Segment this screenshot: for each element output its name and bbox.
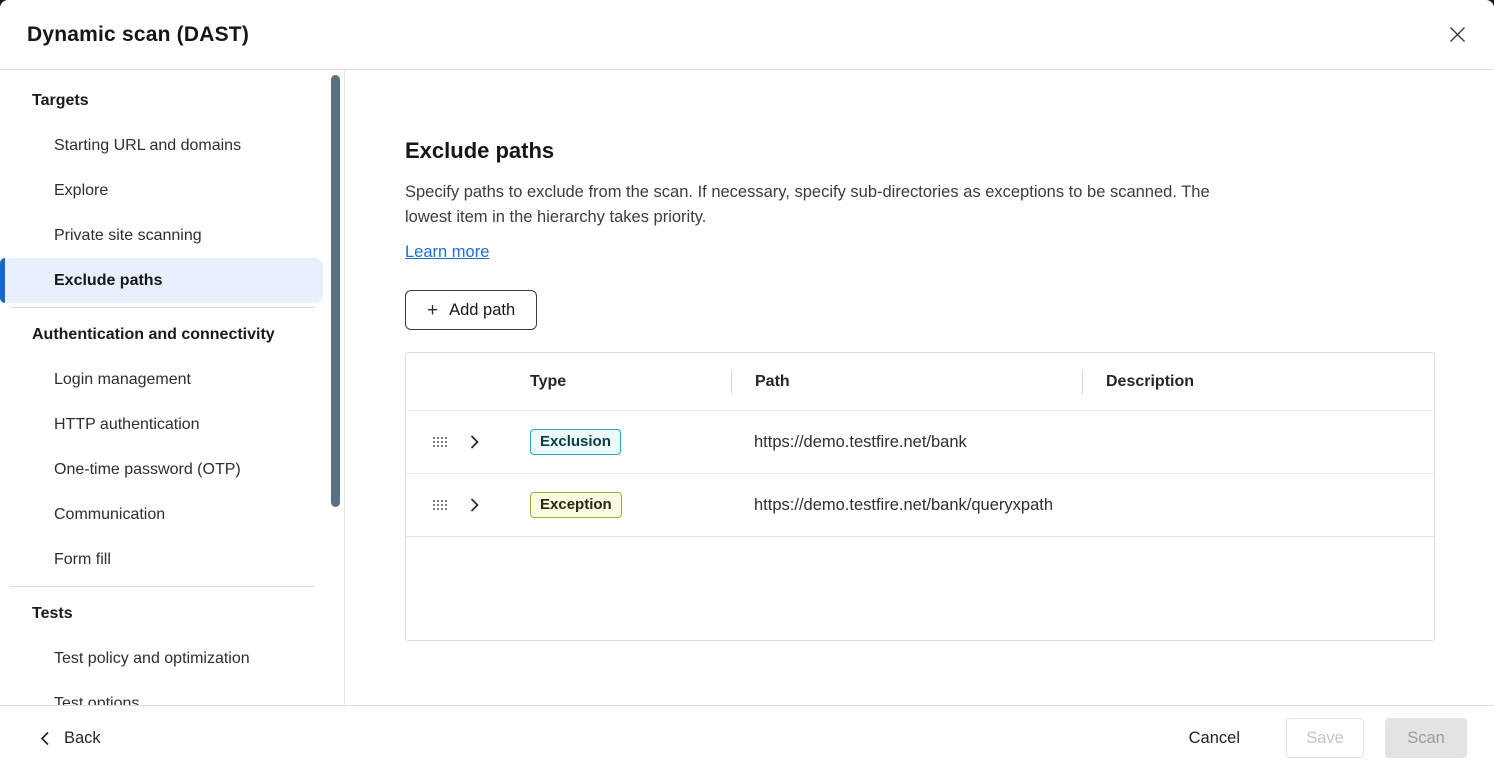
scan-button[interactable]: Scan xyxy=(1385,718,1467,758)
dialog-header: Dynamic scan (DAST) xyxy=(0,0,1494,70)
add-path-button[interactable]: + Add path xyxy=(405,290,537,330)
type-badge: Exclusion xyxy=(530,429,621,455)
back-button[interactable]: Back xyxy=(40,729,101,748)
settings-nav-sidebar: Targets Starting URL and domains Explore… xyxy=(0,70,345,705)
exclude-paths-table: Type Path Description Exclusion xyxy=(405,352,1435,641)
selected-indicator xyxy=(0,258,5,303)
sidebar-item-exclude-paths[interactable]: Exclude paths xyxy=(0,258,323,303)
sidebar-item-test-policy-and-optimization[interactable]: Test policy and optimization xyxy=(0,636,344,681)
page-description: Specify paths to exclude from the scan. … xyxy=(405,180,1245,230)
back-label: Back xyxy=(64,729,101,748)
learn-more-link[interactable]: Learn more xyxy=(405,243,489,262)
drag-handle-icon[interactable] xyxy=(432,436,447,448)
sidebar-item-label: Starting URL and domains xyxy=(54,137,241,155)
sidebar-item-label: One-time password (OTP) xyxy=(54,461,241,479)
sidebar-item-communication[interactable]: Communication xyxy=(0,492,344,537)
sidebar-item-label: Test options xyxy=(54,695,139,706)
nav-divider xyxy=(10,307,314,308)
sidebar-item-http-authentication[interactable]: HTTP authentication xyxy=(0,402,344,447)
add-path-label: Add path xyxy=(449,301,515,320)
sidebar-item-private-site-scanning[interactable]: Private site scanning xyxy=(0,213,344,258)
nav-section-authentication: Authentication and connectivity xyxy=(0,312,344,357)
sidebar-item-label: Exclude paths xyxy=(54,272,162,290)
column-header-description: Description xyxy=(1083,373,1434,391)
sidebar-item-label: Test policy and optimization xyxy=(54,650,250,668)
sidebar-item-label: Form fill xyxy=(54,551,111,569)
page-title: Exclude paths xyxy=(405,138,1436,164)
sidebar-item-explore[interactable]: Explore xyxy=(0,168,344,213)
type-badge: Exception xyxy=(530,492,622,518)
nav-divider xyxy=(10,586,314,587)
table-row: Exception https://demo.testfire.net/bank… xyxy=(406,474,1434,537)
nav-section-tests: Tests xyxy=(0,591,344,636)
dialog-title: Dynamic scan (DAST) xyxy=(27,23,249,47)
sidebar-item-test-options[interactable]: Test options xyxy=(0,681,344,705)
nav-section-label: Targets xyxy=(32,92,89,110)
drag-handle-icon[interactable] xyxy=(432,499,447,511)
sidebar-item-label: Login management xyxy=(54,371,191,389)
sidebar-scrollbar-thumb[interactable] xyxy=(331,75,340,507)
sidebar-item-starting-url-and-domains[interactable]: Starting URL and domains xyxy=(0,123,344,168)
footer-actions: Cancel Save Scan xyxy=(1189,718,1467,758)
dynamic-scan-dialog: Dynamic scan (DAST) Targets Starting URL… xyxy=(0,0,1494,770)
chevron-right-icon[interactable] xyxy=(469,497,480,513)
exclude-paths-panel: Exclude paths Specify paths to exclude f… xyxy=(345,70,1494,705)
sidebar-item-one-time-password[interactable]: One-time password (OTP) xyxy=(0,447,344,492)
chevron-left-icon xyxy=(40,731,50,746)
dialog-footer: Back Cancel Save Scan xyxy=(0,705,1494,770)
save-button[interactable]: Save xyxy=(1286,718,1364,758)
table-header-row: Type Path Description xyxy=(406,353,1434,411)
column-header-type: Type xyxy=(530,373,731,391)
sidebar-item-label: HTTP authentication xyxy=(54,416,200,434)
path-value: https://demo.testfire.net/bank xyxy=(754,433,967,452)
chevron-right-icon[interactable] xyxy=(469,434,480,450)
close-icon xyxy=(1449,26,1466,43)
nav-section-label: Tests xyxy=(32,605,73,623)
path-value: https://demo.testfire.net/bank/queryxpat… xyxy=(754,496,1053,515)
cancel-button[interactable]: Cancel xyxy=(1189,729,1240,748)
sidebar-item-login-management[interactable]: Login management xyxy=(0,357,344,402)
column-header-path: Path xyxy=(732,373,1082,391)
nav-section-label: Authentication and connectivity xyxy=(32,326,275,344)
sidebar-item-label: Private site scanning xyxy=(54,227,202,245)
sidebar-item-label: Explore xyxy=(54,182,108,200)
sidebar-item-label: Communication xyxy=(54,506,165,524)
table-row: Exclusion https://demo.testfire.net/bank xyxy=(406,411,1434,474)
plus-icon: + xyxy=(427,301,438,320)
nav-section-targets: Targets xyxy=(0,78,344,123)
dialog-body: Targets Starting URL and domains Explore… xyxy=(0,70,1494,705)
close-button[interactable] xyxy=(1441,19,1473,51)
sidebar-item-form-fill[interactable]: Form fill xyxy=(0,537,344,582)
